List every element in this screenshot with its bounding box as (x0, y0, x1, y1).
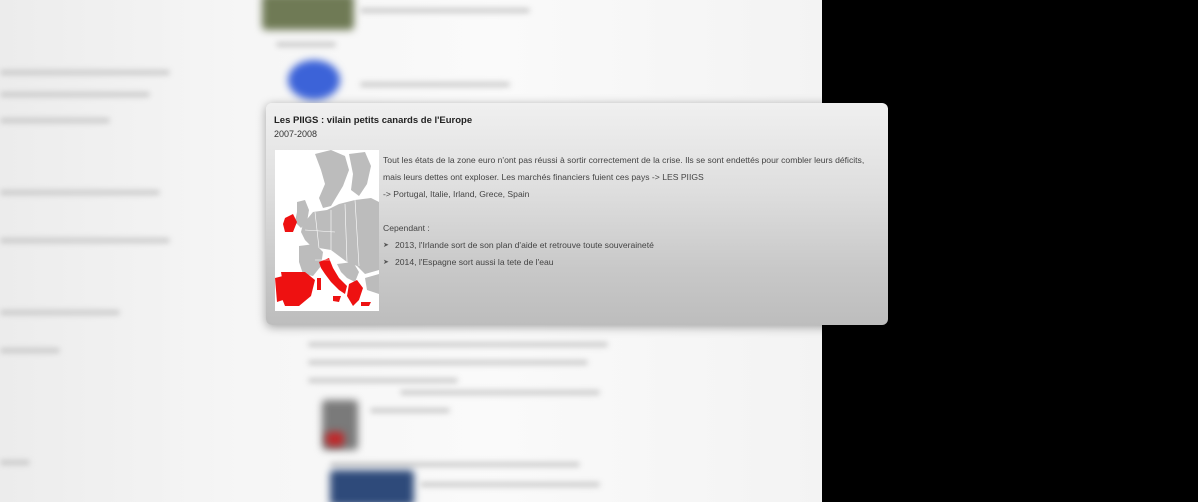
background-thumbnail (326, 432, 344, 446)
background-text-line (360, 82, 510, 87)
background-text-line (276, 42, 336, 47)
background-text-line (0, 310, 120, 315)
background-thumbnail (288, 60, 340, 100)
background-text-line (308, 378, 458, 383)
background-text-line (308, 342, 608, 347)
background-text-line (370, 408, 450, 413)
background-text-line (0, 348, 60, 353)
card-paragraph: Tout les états de la zone euro n'ont pas… (383, 155, 865, 182)
background-text-line (0, 92, 150, 97)
list-item: ➤ 2013, l'Irlande sort de son plan d'aid… (383, 237, 883, 254)
list-item: ➤ 2014, l'Espagne sort aussi la tete de … (383, 254, 883, 271)
background-text-line (0, 118, 110, 123)
background-text-line (360, 8, 530, 13)
background-text-line (420, 482, 600, 487)
background-text-line (330, 462, 580, 467)
background-thumbnail (330, 470, 414, 502)
card-cependant-label: Cependant : (383, 223, 430, 233)
background-text-line (0, 70, 170, 75)
background-text-line (400, 390, 600, 395)
card-countries-line: -> Portugal, Italie, Irland, Grece, Spai… (383, 189, 530, 199)
background-text-line (0, 190, 160, 195)
list-item-text: 2014, l'Espagne sort aussi la tete de l'… (395, 257, 554, 267)
card-title: Les PIIGS : vilain petits canards de l'E… (274, 115, 473, 126)
card-body: Tout les états de la zone euro n'ont pas… (383, 152, 883, 271)
list-item-text: 2013, l'Irlande sort de son plan d'aide … (395, 240, 654, 250)
background-text-line (0, 460, 30, 465)
card-subtitle: 2007-2008 (274, 129, 318, 139)
europe-map (275, 150, 379, 311)
bullet-icon: ➤ (383, 242, 389, 249)
background-text-line (0, 238, 170, 243)
background-text-line (308, 360, 588, 365)
bullet-icon: ➤ (383, 259, 389, 266)
piigs-card[interactable]: Les PIIGS : vilain petits canards de l'E… (266, 103, 888, 325)
background-thumbnail (262, 0, 354, 30)
